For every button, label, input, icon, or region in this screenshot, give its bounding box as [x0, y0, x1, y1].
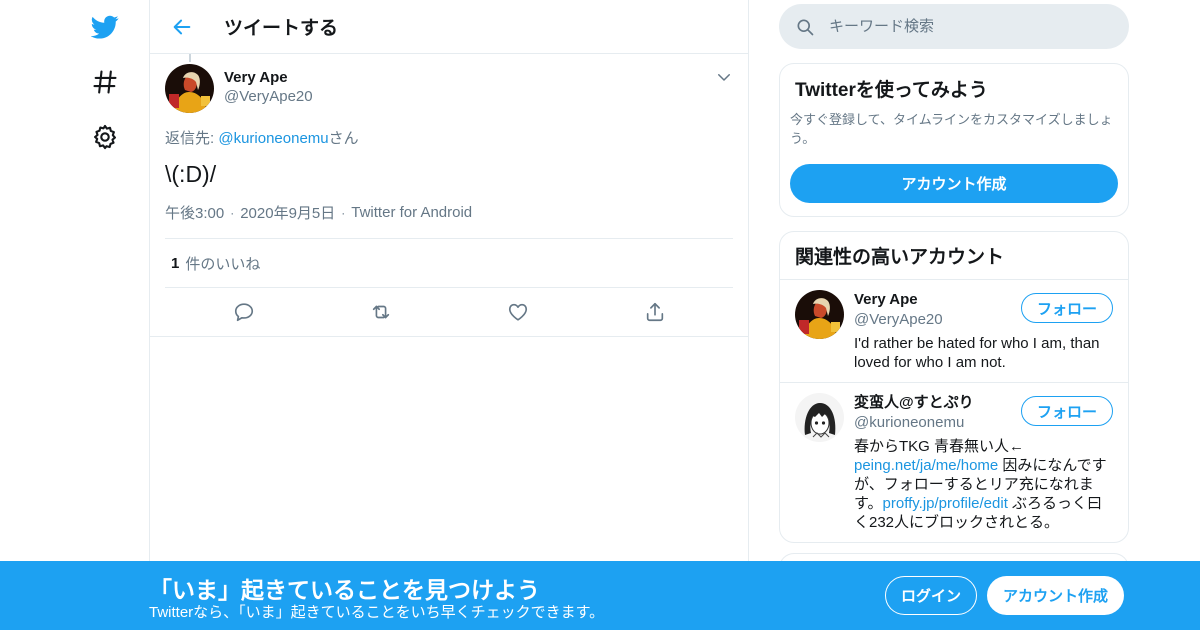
main-header: ツイートする — [150, 0, 748, 54]
likes-count: 1 — [171, 254, 180, 272]
meta-separator: · — [230, 205, 235, 220]
back-arrow-icon[interactable] — [170, 15, 194, 39]
account-bio: 春からTKG 青春無い人← peing.net/ja/me/home 因みになんで… — [854, 437, 1113, 532]
meta-separator: · — [341, 205, 346, 220]
bio-link[interactable]: proffy.jp/profile/edit — [883, 495, 1008, 512]
thread-line — [189, 54, 191, 62]
signup-card-description: 今すぐ登録して、タイムラインをカスタマイズしましょう。 — [790, 112, 1113, 146]
signup-card: Twitterを使ってみよう 今すぐ登録して、タイムラインをカスタマイズしましょ… — [779, 63, 1129, 217]
search-icon — [797, 19, 814, 35]
reply-icon[interactable] — [229, 297, 259, 327]
search-box[interactable] — [779, 4, 1129, 49]
twitter-logo-icon[interactable] — [90, 12, 120, 42]
tweet-time[interactable]: 午後3:00 — [165, 202, 224, 223]
related-accounts-card: 関連性の高いアカウント Very Ape @VeryApe20 I'd rath… — [779, 231, 1129, 543]
follow-button[interactable]: フォロー — [1021, 293, 1113, 323]
bio-text: 春からTKG 青春無い人← — [854, 438, 1025, 455]
related-accounts-title: 関連性の高いアカウント — [780, 232, 1128, 280]
gear-icon[interactable] — [90, 122, 120, 152]
create-account-button[interactable]: アカウント作成 — [790, 164, 1118, 203]
page-title: ツイートする — [224, 18, 339, 39]
reply-mention-link[interactable]: @kurioneonemu — [218, 130, 328, 147]
follow-button[interactable]: フォロー — [1021, 396, 1113, 426]
likes-row[interactable]: 1 件のいいね — [165, 238, 733, 288]
likes-label: 件のいいね — [185, 255, 261, 273]
create-account-button[interactable]: アカウント作成 — [987, 576, 1124, 615]
tweet-text: \(:D)/ — [165, 161, 217, 187]
banner-subtitle: Twitterなら、「いま」起きていることをいち早くチェックできます。 — [149, 604, 605, 621]
search-input[interactable] — [829, 18, 1089, 35]
bio-link[interactable]: peing.net/ja/me/home — [854, 457, 998, 474]
action-bar — [165, 288, 733, 336]
login-button[interactable]: ログイン — [885, 576, 977, 615]
tweet-source[interactable]: Twitter for Android — [351, 204, 472, 221]
divider — [150, 336, 748, 337]
reply-to: 返信先: @kurioneonemuさん — [165, 127, 733, 148]
chevron-down-icon[interactable] — [715, 68, 733, 86]
list-item[interactable]: Very Ape @VeryApe20 I'd rather be hated … — [780, 280, 1128, 383]
hashtag-icon[interactable] — [90, 67, 120, 97]
reply-prefix: 返信先: — [165, 130, 219, 147]
author-handle: @VeryApe20 — [224, 88, 313, 105]
share-icon[interactable] — [640, 297, 670, 327]
avatar[interactable] — [165, 64, 214, 113]
reply-suffix: さん — [328, 130, 359, 147]
tweet: Very Ape @VeryApe20 返信先: @kurioneonemuさん… — [150, 54, 748, 337]
like-heart-icon[interactable] — [503, 297, 533, 327]
avatar[interactable] — [795, 393, 844, 442]
tweet-date[interactable]: 2020年9月5日 — [240, 202, 335, 223]
banner-title: 「いま」起きていることを見つけよう — [149, 577, 540, 603]
list-item[interactable]: 変蛮人@すとぷり @kurioneonemu 春からTKG 青春無い人← pein… — [780, 383, 1128, 542]
tweet-author[interactable]: Very Ape @VeryApe20 — [165, 54, 733, 113]
tweet-meta: 午後3:00 · 2020年9月5日 · Twitter for Android — [165, 202, 733, 223]
account-bio: I'd rather be hated for who I am, than l… — [854, 335, 1100, 371]
left-nav — [0, 0, 150, 630]
author-name: Very Ape — [224, 69, 288, 86]
main-column: ツイートする Very Ape @VeryApe20 返信先: @kurione… — [149, 0, 749, 630]
signup-card-title: Twitterを使ってみよう — [795, 80, 988, 101]
retweet-icon[interactable] — [366, 297, 396, 327]
avatar[interactable] — [795, 290, 844, 339]
right-sidebar: Twitterを使ってみよう 今すぐ登録して、タイムラインをカスタマイズしましょ… — [779, 0, 1129, 573]
signup-banner: 「いま」起きていることを見つけよう Twitterなら、「いま」起きていることを… — [0, 561, 1200, 630]
